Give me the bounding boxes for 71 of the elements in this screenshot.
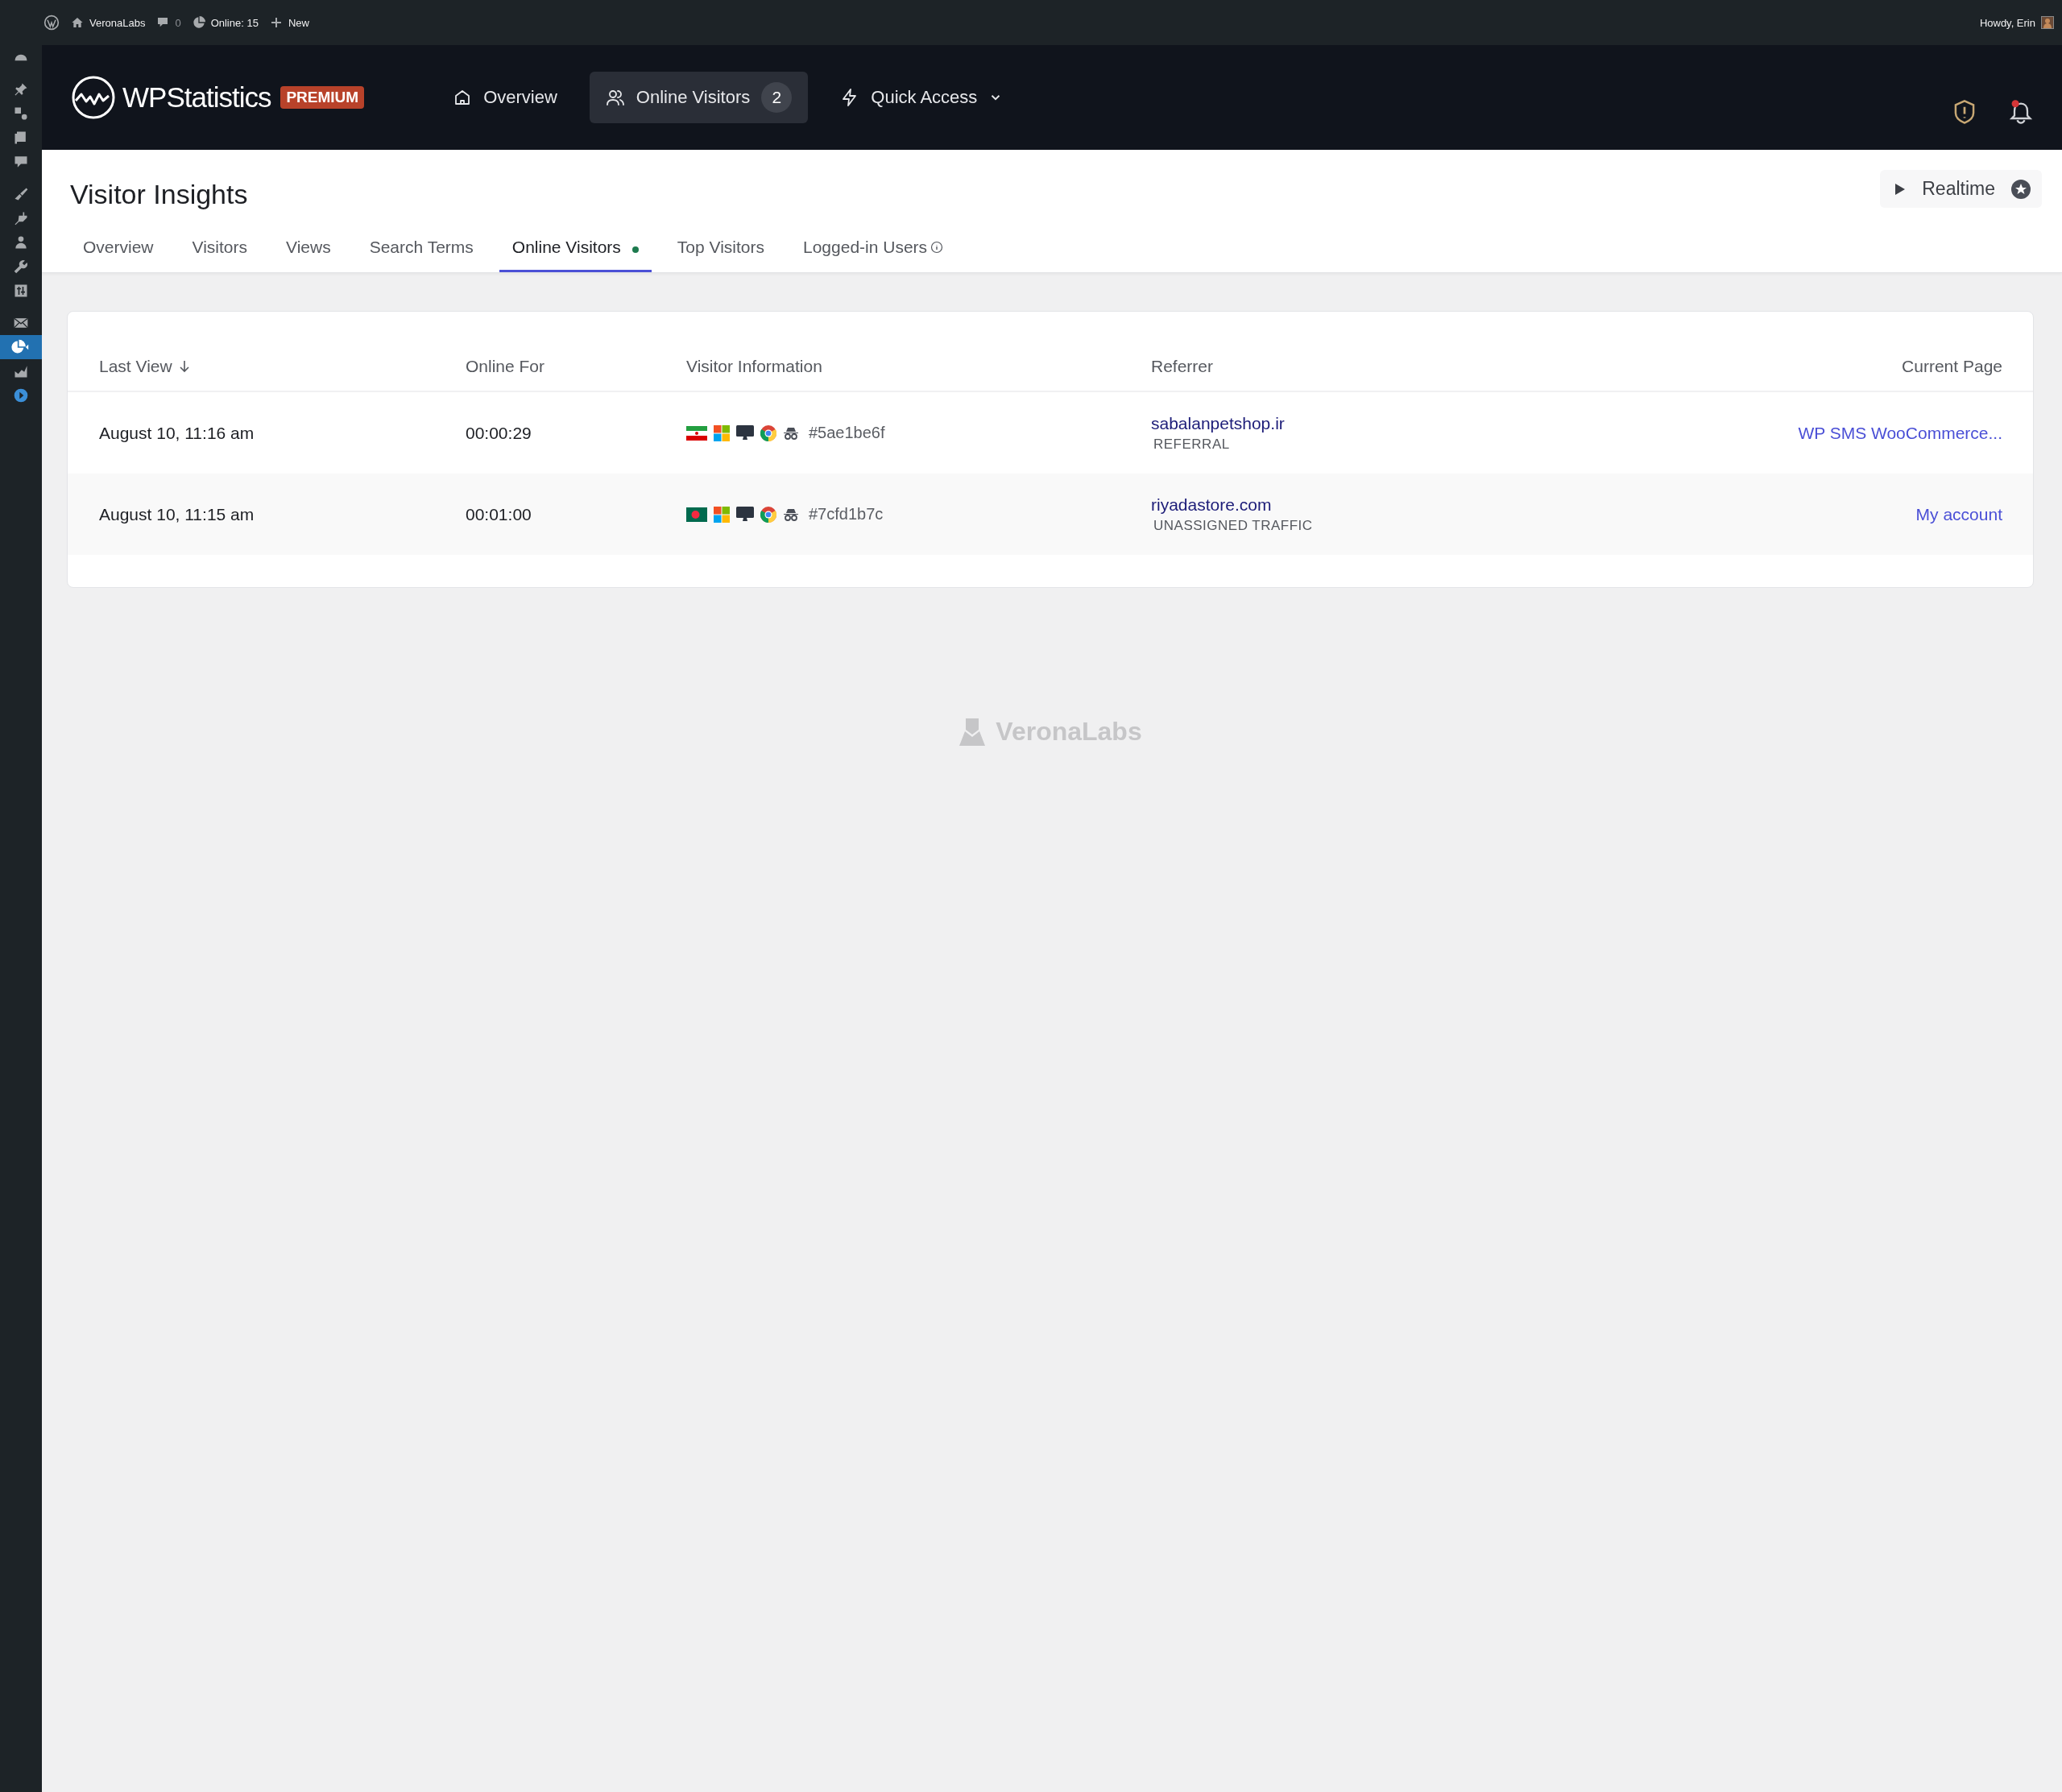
flag-icon <box>686 507 707 522</box>
logo-text: WPStatistics <box>122 81 271 114</box>
brand-logo-icon <box>959 717 987 747</box>
pie-chart-icon <box>192 16 205 29</box>
table-cell-text: August 10, 11:16 am <box>99 423 255 443</box>
nav-link[interactable]: Online Visitors 2 <box>589 72 809 123</box>
tab[interactable]: Overview <box>70 238 167 272</box>
desktop-icon <box>736 424 754 441</box>
avatar-icon <box>2041 16 2054 29</box>
plus-icon <box>269 16 283 29</box>
star-badge-icon <box>2011 179 2031 199</box>
sliders-icon <box>13 283 29 299</box>
sidebar-item[interactable] <box>0 335 42 359</box>
realtime-button[interactable]: Realtime <box>1880 170 2042 208</box>
column-header: Visitor Information <box>686 357 822 376</box>
wordpress-icon <box>43 14 60 31</box>
online-link[interactable]: Online: 15 <box>192 16 259 29</box>
column-header: Current Page <box>1902 357 2002 376</box>
referrer-link[interactable]: sabalanpetshop.ir <box>1151 413 1285 433</box>
current-page-link[interactable]: My account <box>1915 504 2002 524</box>
flag-icon <box>686 425 707 441</box>
windows-icon <box>714 424 730 441</box>
visitor-id: #7cfd1b7c <box>809 505 884 524</box>
referrer-type: UNASSIGNED TRAFFIC <box>1153 517 1314 534</box>
column-header[interactable]: Last View <box>99 357 190 376</box>
page-title: Visitor Insights <box>70 178 248 210</box>
chrome-icon <box>760 506 776 523</box>
site-link[interactable]: VeronaLabs <box>71 16 146 29</box>
desktop-icon <box>736 506 754 523</box>
incognito-icon <box>783 426 799 440</box>
chrome-icon <box>760 424 776 441</box>
premium-badge: PREMIUM <box>280 86 365 109</box>
pin-icon <box>13 81 29 97</box>
count-badge: 2 <box>761 82 793 113</box>
logo-icon <box>71 75 116 120</box>
comments-link[interactable]: 0 <box>156 16 181 29</box>
account-link[interactable]: Howdy, Erin <box>1979 16 2054 29</box>
bell-icon[interactable] <box>2009 99 2033 125</box>
users-icon <box>605 88 625 107</box>
current-page-link[interactable]: WP SMS WooCommerce... <box>1798 423 2002 443</box>
column-header: Online For <box>466 357 545 376</box>
home-icon <box>71 16 84 29</box>
incognito-icon <box>783 507 799 521</box>
plug-icon <box>13 210 29 226</box>
nav-link[interactable]: Quick Access <box>824 72 1020 123</box>
shield-alert-icon[interactable] <box>1952 99 1977 125</box>
user-icon <box>13 234 29 250</box>
tab[interactable]: Logged-in Users <box>790 238 957 272</box>
tab[interactable]: Visitors <box>179 238 260 272</box>
area-chart-icon <box>13 363 29 379</box>
wrench-icon <box>13 259 29 275</box>
windows-icon <box>714 506 730 523</box>
visitor-id: #5ae1be6f <box>809 424 885 442</box>
new-link[interactable]: New <box>269 16 309 29</box>
play-icon <box>1894 182 1907 196</box>
play-circle-icon <box>13 387 29 404</box>
media-icon <box>13 106 29 122</box>
wordpress-logo-link[interactable] <box>43 14 60 31</box>
tab[interactable]: Views <box>273 238 344 272</box>
nav-link[interactable]: Overview <box>437 72 573 123</box>
tab[interactable]: Top Visitors <box>664 238 777 272</box>
referrer-type: REFERRAL <box>1153 436 1231 453</box>
tab[interactable]: Online Visitors <box>499 238 652 272</box>
table-cell-text: 00:00:29 <box>466 423 532 443</box>
brush-icon <box>13 186 29 202</box>
column-header: Referrer <box>1151 357 1214 376</box>
table-cell-text: 00:01:00 <box>466 504 532 524</box>
tab[interactable]: Search Terms <box>356 238 487 272</box>
table-cell-text: August 10, 11:15 am <box>99 504 255 524</box>
referrer-link[interactable]: riyadastore.com <box>1151 495 1272 515</box>
sort-down-icon <box>178 360 190 373</box>
